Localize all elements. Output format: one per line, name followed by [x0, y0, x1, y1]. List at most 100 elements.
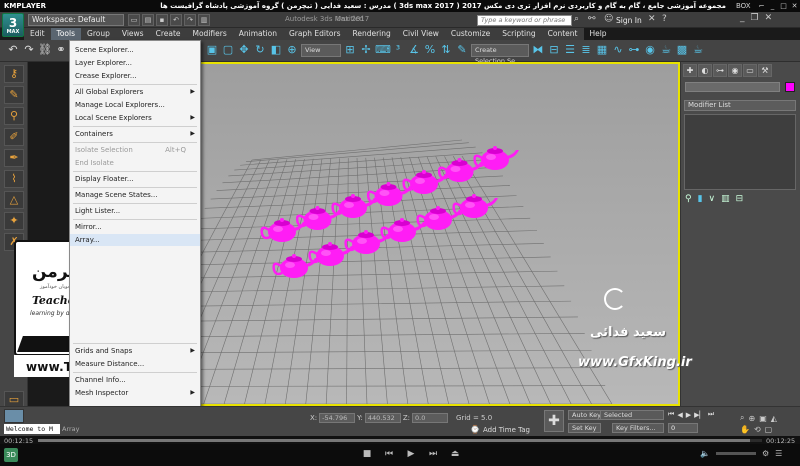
key-filters-button[interactable]: Key Filters...	[612, 423, 664, 433]
select-scale-icon[interactable]: ◧	[269, 43, 283, 57]
3d-mode-icon[interactable]: 3D	[4, 448, 18, 462]
redo-icon[interactable]: ↷	[22, 43, 36, 57]
selection-set-dropdown[interactable]: Create Selection Se	[471, 43, 529, 65]
select-move-icon[interactable]: ✥	[237, 43, 251, 57]
workspace-dropdown[interactable]: Workspace: Default	[28, 14, 124, 26]
time-tag-icon[interactable]: ⌚	[470, 425, 480, 434]
tools-menu-item-all-global-explorers[interactable]: All Global Explorers ▶	[70, 86, 200, 98]
tools-menu-item-containers[interactable]: Containers ▶	[70, 128, 200, 140]
utilities-tab-icon[interactable]: ⚒	[758, 64, 772, 77]
make-unique-icon[interactable]: ∨	[709, 194, 716, 204]
win-minimize-icon[interactable]: _	[740, 13, 745, 23]
remove-modifier-icon[interactable]: ▥	[721, 194, 730, 204]
player-stop-icon[interactable]: ■	[360, 449, 374, 459]
pan-icon[interactable]: ✋	[740, 425, 750, 434]
edit-named-selection-icon[interactable]: ✎	[455, 43, 469, 57]
motion-tab-icon[interactable]: ◉	[728, 64, 742, 77]
select-rotate-icon[interactable]: ↻	[253, 43, 267, 57]
win-restore-icon[interactable]: ❐	[751, 13, 759, 23]
render-setup-icon[interactable]: ☕	[659, 43, 673, 57]
tools-menu-item-mesh-inspector[interactable]: Mesh Inspector ▶	[70, 387, 200, 399]
link-icon[interactable]: ⛓	[38, 43, 52, 57]
tools-menu-item-display-floater[interactable]: Display Floater...	[70, 173, 200, 185]
modify-tab-icon[interactable]: ◐	[698, 64, 712, 77]
open-file-icon[interactable]: ▤	[142, 14, 154, 26]
player-settings-icon[interactable]: ⚙	[762, 449, 769, 458]
undo-small-icon[interactable]: ↶	[170, 14, 182, 26]
sign-in-link[interactable]: Sign In	[616, 16, 642, 25]
win-close-icon[interactable]: ✕	[765, 13, 773, 23]
tools-menu-item-manage-scene-states[interactable]: Manage Scene States...	[70, 189, 200, 201]
pin-icon[interactable]: ⌐	[756, 0, 767, 12]
render-production-icon[interactable]: ☕	[691, 43, 705, 57]
brush-icon[interactable]: ✒	[4, 149, 24, 167]
menu-edit[interactable]: Edit	[24, 28, 51, 40]
player-play-icon[interactable]: ▶	[404, 449, 418, 459]
tools-menu-item-crease-explorer[interactable]: Crease Explorer...	[70, 70, 200, 82]
menu-civil-view[interactable]: Civil View	[397, 28, 445, 40]
play-icon[interactable]: ▶	[686, 411, 691, 419]
minilistener-icon[interactable]	[4, 409, 24, 423]
field-of-view-icon[interactable]: ◭	[771, 414, 777, 423]
tools-menu-item-grids-and-snaps[interactable]: Grids and Snaps ▶	[70, 345, 200, 357]
minimize-icon[interactable]: _	[767, 0, 778, 12]
undo-icon[interactable]: ↶	[6, 43, 20, 57]
object-paint-icon[interactable]: ⚲	[4, 107, 24, 125]
populate-icon[interactable]: ✦	[4, 212, 24, 230]
freeform-icon[interactable]: ✐	[4, 128, 24, 146]
rendered-frame-icon[interactable]: ▩	[675, 43, 689, 57]
keyboard-shortcut-icon[interactable]: ⌨	[375, 43, 391, 57]
menu-create[interactable]: Create	[150, 28, 187, 40]
save-file-icon[interactable]: ▪	[156, 14, 168, 26]
select-link-icon[interactable]: ⚷	[4, 65, 24, 83]
tools-menu-item-measure-distance[interactable]: Measure Distance...	[70, 358, 200, 370]
set-key-big-icon[interactable]: ✚	[544, 410, 564, 432]
binoculars-icon[interactable]: ⚯	[588, 14, 596, 24]
object-name-field[interactable]	[685, 82, 780, 92]
player-menu-icon[interactable]: ☰	[775, 449, 782, 458]
next-frame-icon[interactable]: ▶▏	[694, 411, 705, 419]
tools-menu-item-scene-explorer[interactable]: Scene Explorer...	[70, 44, 200, 56]
selected-dropdown[interactable]: Selected	[600, 410, 664, 420]
menu-animation[interactable]: Animation	[233, 28, 283, 40]
place-icon[interactable]: ⊕	[285, 43, 299, 57]
snap-toggle-icon[interactable]: ³	[391, 43, 405, 57]
menu-help[interactable]: Help	[583, 28, 612, 40]
menu-customize[interactable]: Customize	[445, 28, 496, 40]
zoom-extents-icon[interactable]: ▣	[759, 414, 767, 423]
app-logo[interactable]: 3 MAX	[2, 13, 24, 37]
menu-tools[interactable]: Tools	[50, 28, 82, 40]
pin-stack-icon[interactable]: ⚲	[685, 194, 692, 204]
current-frame-field[interactable]: 0	[668, 423, 698, 433]
x-coordinate-field[interactable]: -54.796	[319, 413, 356, 423]
display-tab-icon[interactable]: ▭	[743, 64, 757, 77]
maximize-icon[interactable]: □	[778, 0, 789, 12]
triangle-icon[interactable]: △	[4, 191, 24, 209]
reference-coordinate-dropdown[interactable]: View	[301, 43, 341, 57]
player-volume-slider[interactable]	[715, 452, 756, 455]
select-region-icon[interactable]: ▣	[205, 43, 219, 57]
tools-menu-item-local-scene-explorers[interactable]: Local Scene Explorers ▶	[70, 112, 200, 124]
menu-group[interactable]: Group	[81, 28, 116, 40]
scene-explorer-icon[interactable]: ☰	[563, 43, 577, 57]
user-icon[interactable]: ☺	[604, 14, 613, 24]
object-color-swatch[interactable]	[785, 82, 795, 92]
material-editor-icon[interactable]: ◉	[643, 43, 657, 57]
tools-menu-item-array[interactable]: Array...	[70, 234, 200, 246]
search-icon[interactable]: ⌕	[574, 14, 579, 24]
tools-menu-item-manage-local-explorers[interactable]: Manage Local Explorers...	[70, 99, 200, 111]
exchange-icon[interactable]: ✕	[648, 14, 656, 24]
menu-content[interactable]: Content	[542, 28, 584, 40]
menu-views[interactable]: Views	[116, 28, 150, 40]
y-coordinate-field[interactable]: 440.532	[364, 413, 401, 423]
curve-editor-icon[interactable]: ∿	[611, 43, 625, 57]
maxscript-listener-input[interactable]: Welcome to M	[4, 424, 60, 434]
layer-explorer-icon[interactable]: ≣	[579, 43, 593, 57]
player-volume-icon[interactable]: 🔈	[700, 449, 710, 458]
help-icon[interactable]: ?	[662, 14, 667, 24]
go-to-start-icon[interactable]: ⏮	[668, 410, 674, 419]
show-end-result-icon[interactable]: ▮	[698, 194, 703, 204]
schematic-view-icon[interactable]: ⊶	[627, 43, 641, 57]
modifier-stack[interactable]	[684, 114, 796, 190]
tools-menu-item-light-lister[interactable]: Light Lister...	[70, 205, 200, 217]
